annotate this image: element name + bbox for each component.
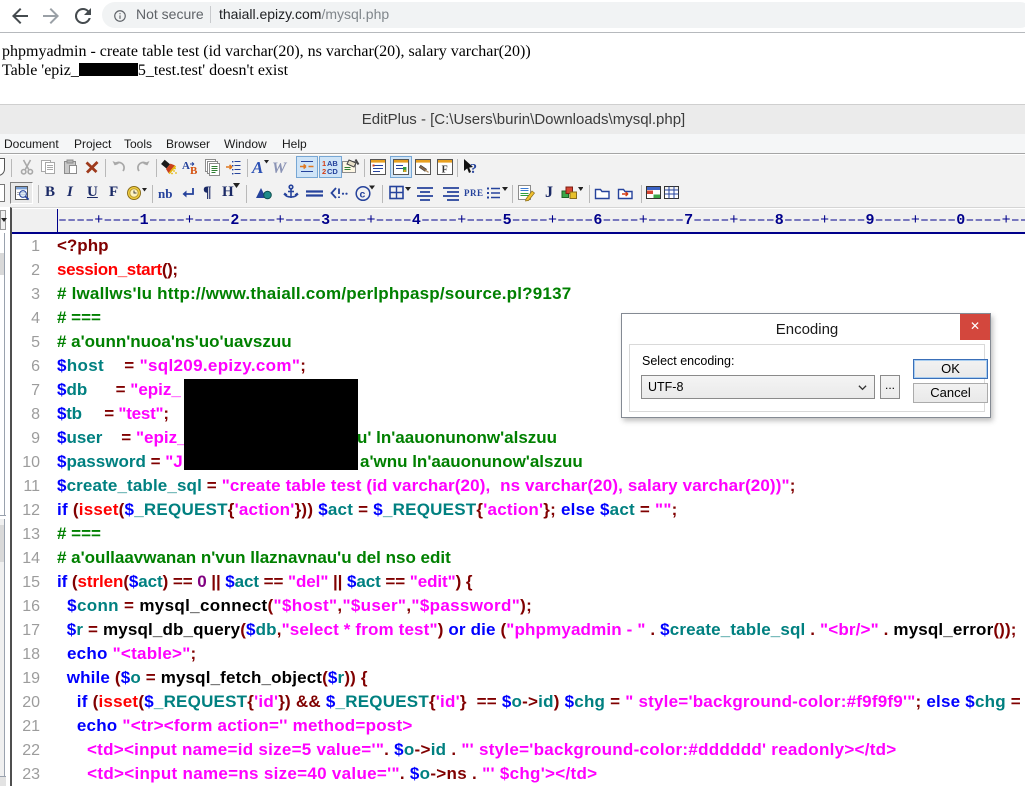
svg-text:CD: CD xyxy=(327,167,338,176)
svg-text:W: W xyxy=(272,160,288,176)
svg-text:A: A xyxy=(182,160,190,172)
svg-text:2: 2 xyxy=(322,167,326,176)
svg-text:?: ? xyxy=(470,162,477,176)
svg-text:A: A xyxy=(251,158,263,176)
svg-text:F: F xyxy=(442,165,448,175)
svg-text:c: c xyxy=(360,188,366,200)
svg-text:B: B xyxy=(190,165,198,176)
